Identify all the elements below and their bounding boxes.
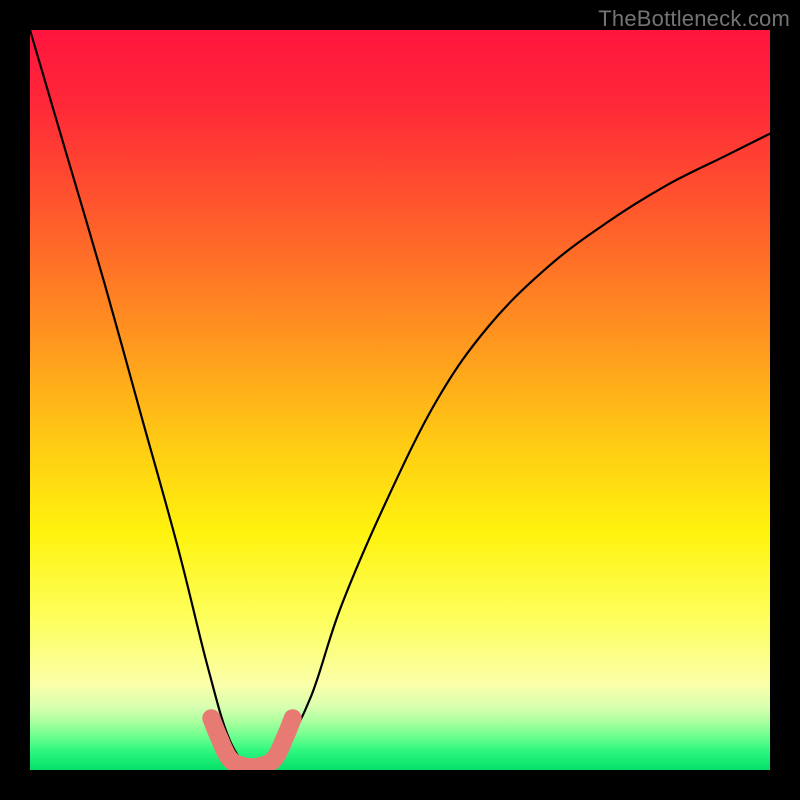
watermark-text: TheBottleneck.com [598, 6, 790, 32]
bottleneck-curve [30, 30, 770, 770]
plot-frame [30, 30, 770, 770]
